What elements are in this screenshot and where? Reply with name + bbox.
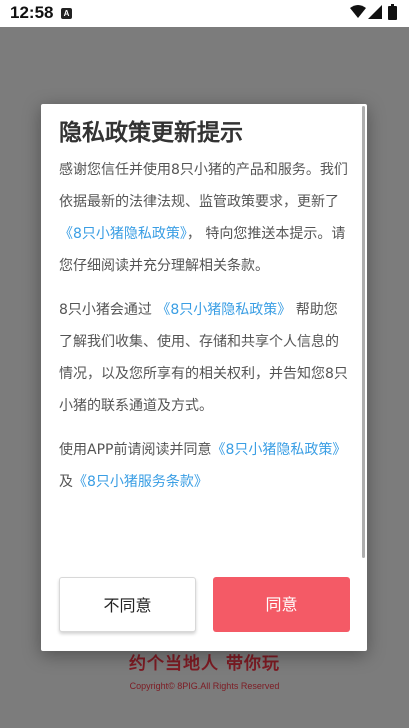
background-copyright: Copyright© 8PIG.All Rights Reserved [129,681,280,691]
background-slogan: 约个当地人 带你玩 [129,654,280,674]
paragraph-consent: 使用APP前请阅读并同意《8只小猪隐私政策》及《8只小猪服务条款》 [59,434,351,498]
paragraph-policy-info: 8只小猪会通过 《8只小猪隐私政策》 帮助您了解我们收集、使用、存储和共享个人信… [59,294,351,422]
dialog-scrollbar[interactable] [362,106,365,558]
battery-icon [388,4,397,20]
privacy-policy-dialog: 隐私政策更新提示 感谢您信任并使用8只小猪的产品和服务。我们依据最新的法律法规、… [41,104,367,651]
privacy-policy-link[interactable]: 《8只小猪隐私政策》 [59,226,187,242]
agree-button[interactable]: 同意 [213,577,350,632]
wifi-icon [350,5,366,18]
privacy-policy-link[interactable]: 《8只小猪隐私政策》 [156,302,291,318]
paragraph-text: 使用APP前请阅读并同意 [59,442,212,458]
paragraph-text: 8只小猪会通过 [59,302,152,318]
status-time: 12:58 [10,3,54,22]
dialog-scroll-content[interactable]: 感谢您信任并使用8只小猪的产品和服务。我们依据最新的法律法规、监管政策要求，更新… [59,154,351,510]
privacy-policy-link[interactable]: 《8只小猪隐私政策》 [211,442,346,458]
signal-icon [368,5,382,19]
dialog-title: 隐私政策更新提示 [59,120,243,146]
notification-icon: A [61,8,72,19]
paragraph-text: 感谢您信任并使用8只小猪的产品和服务。我们依据最新的法律法规、监管政策要求，更新… [59,162,348,210]
status-bar: 12:58 A [0,0,409,27]
service-terms-link[interactable]: 《8只小猪服务条款》 [73,474,208,490]
paragraph-text: 及 [59,474,73,490]
paragraph-text: 帮助您了解我们收集、使用、存储和共享个人信息的情况，以及您所享有的相关权利，并告… [59,302,348,414]
paragraph-update-notice: 感谢您信任并使用8只小猪的产品和服务。我们依据最新的法律法规、监管政策要求，更新… [59,154,351,282]
disagree-button[interactable]: 不同意 [59,577,196,632]
